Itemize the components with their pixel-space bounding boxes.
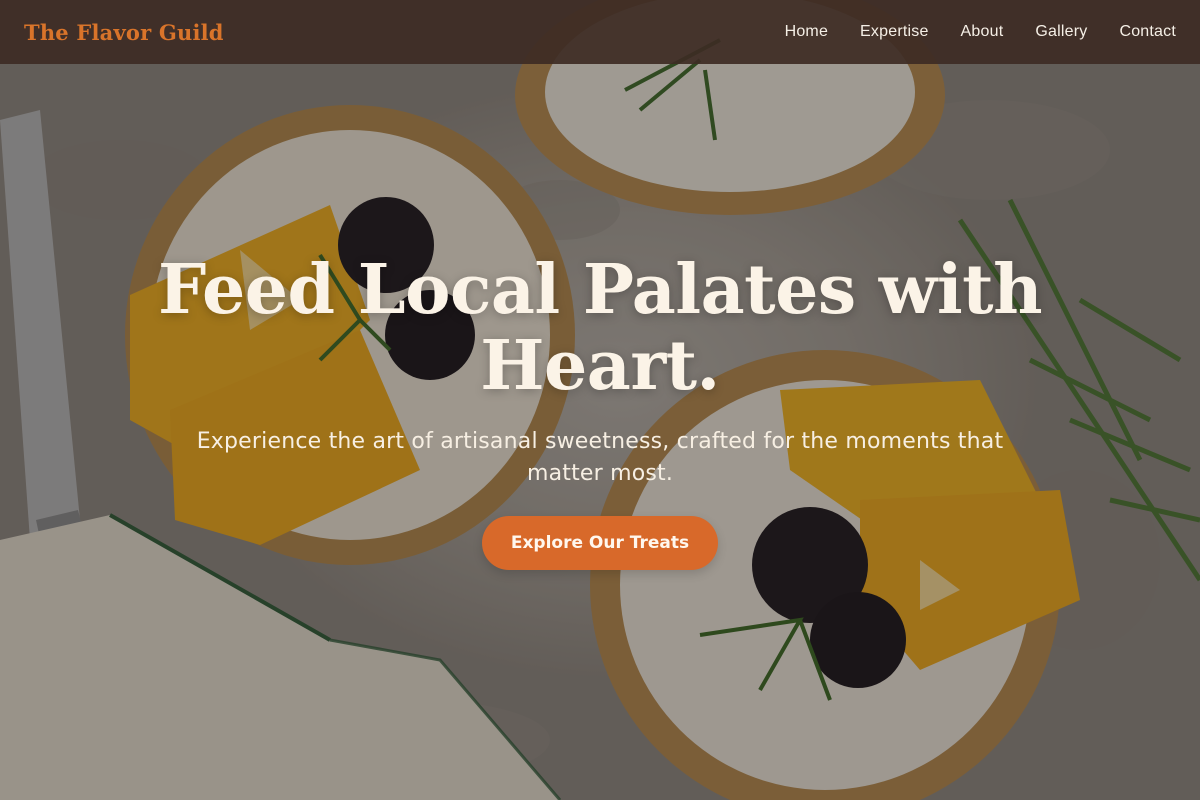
hero-title: Feed Local Palates with Heart.: [157, 250, 1043, 406]
explore-treats-button[interactable]: Explore Our Treats: [482, 516, 718, 570]
nav-expertise-link[interactable]: Expertise: [860, 23, 929, 41]
hero-section: Feed Local Palates with Heart. Experienc…: [150, 252, 1050, 570]
site-header: The Flavor Guild Home Expertise About Ga…: [0, 0, 1200, 64]
nav-gallery-link[interactable]: Gallery: [1035, 23, 1087, 41]
main-nav: Home Expertise About Gallery Contact: [753, 23, 1176, 41]
nav-home-link[interactable]: Home: [785, 23, 828, 41]
nav-about-link[interactable]: About: [961, 23, 1004, 41]
hero-subtitle: Experience the art of artisanal sweetnes…: [196, 429, 1004, 486]
brand-logo-link[interactable]: The Flavor Guild: [24, 20, 224, 45]
nav-contact-link[interactable]: Contact: [1119, 23, 1176, 41]
